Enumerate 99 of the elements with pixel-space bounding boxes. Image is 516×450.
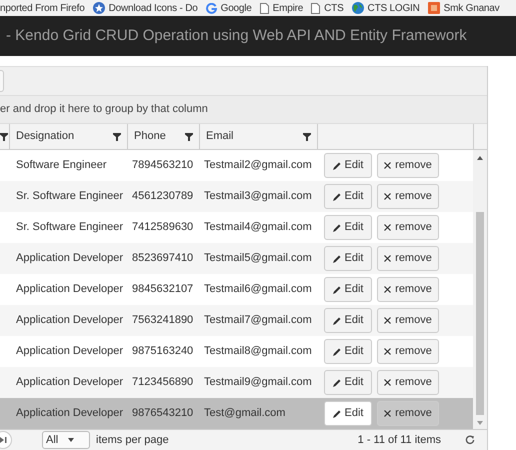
pencil-icon	[332, 192, 341, 200]
table-cell-text: 8523697410	[132, 251, 194, 266]
pencil-icon	[332, 224, 341, 232]
pencil-icon	[332, 162, 341, 170]
remove-button[interactable]: remove	[377, 308, 439, 333]
table-cell-text: Application Developer	[16, 251, 124, 266]
table-cell-text: 9876543210	[132, 406, 194, 422]
table-cell-text: Sr. Software Engineer	[16, 189, 124, 204]
table-cell-text: 4561230789	[132, 189, 194, 204]
bookmark[interactable]: Google	[206, 0, 252, 16]
table-row[interactable]: Sr. Software Engineer 4561230789 Testmail3@gmail.com Edit remove	[0, 181, 474, 212]
table-cell-text: Testmail8@gmail.com	[204, 344, 313, 360]
remove-button[interactable]: remove	[377, 339, 439, 364]
close-icon	[384, 410, 392, 417]
page-size-label: items per page	[96, 432, 169, 448]
scroll-up-icon[interactable]	[477, 156, 484, 160]
close-icon	[384, 317, 392, 324]
table-cell-text: Testmail5@gmail.com	[204, 251, 313, 266]
table-cell-text: 7123456890	[132, 375, 194, 390]
filter-icon[interactable]	[113, 132, 121, 140]
last-page-icon	[0, 437, 6, 443]
scrollbar[interactable]	[473, 150, 487, 429]
table-cell-text: Testmail2@gmail.com	[204, 158, 313, 174]
remove-button[interactable]: remove	[377, 401, 439, 426]
table-cell-text: 7412589630	[132, 220, 194, 236]
table-row[interactable]: Application Developer 9876543210 Test@gmail.com Edit remove	[0, 398, 474, 429]
star-icon	[92, 2, 105, 14]
page-icon	[260, 2, 269, 14]
table-cell-text: 7563241890	[132, 313, 194, 328]
table-cell-text: Testmail6@gmail.com	[204, 282, 313, 298]
remove-button[interactable]: remove	[377, 215, 439, 240]
table-cell-text: 7894563210	[132, 158, 194, 174]
table-row[interactable]: Application Developer 7123456890 Testmail9@gmail.com Edit remove	[0, 367, 474, 398]
table-cell-text: Application Developer	[16, 375, 124, 390]
close-icon	[384, 255, 392, 262]
remove-button[interactable]: remove	[377, 370, 439, 395]
edit-button[interactable]: Edit	[324, 370, 372, 395]
pencil-icon	[332, 316, 341, 324]
table-cell-text: Test@gmail.com	[204, 406, 286, 422]
bookmark[interactable]: nported From Firefo	[0, 0, 85, 16]
pager-summary: 1 - 11 of 11 items	[358, 432, 441, 448]
pencil-icon	[332, 286, 341, 294]
table-cell-text: Testmail9@gmail.com	[204, 375, 313, 390]
bookmark[interactable]: Empire	[260, 0, 304, 16]
close-icon	[384, 224, 392, 231]
pencil-icon	[332, 348, 341, 356]
remove-button[interactable]: remove	[377, 184, 439, 209]
bookmark[interactable]: Smk Gnanav	[428, 0, 500, 16]
close-icon	[384, 348, 392, 355]
bookmark[interactable]: CTS LOGIN	[352, 0, 420, 16]
page-icon	[311, 2, 320, 14]
table-cell-text: Testmail4@gmail.com	[204, 220, 313, 236]
bookmark[interactable]: CTS	[311, 0, 344, 16]
table-cell-text: Software Engineer	[16, 158, 108, 174]
column-header[interactable]: Phone	[134, 128, 166, 145]
table-row[interactable]: Application Developer 7563241890 Testmail7@gmail.com Edit remove	[0, 305, 474, 336]
page-title: - Kendo Grid CRUD Operation using Web API AND Entity Framework	[6, 26, 467, 46]
g-icon	[206, 2, 217, 14]
refresh-icon[interactable]	[465, 435, 475, 445]
table-cell-text: Testmail7@gmail.com	[204, 313, 313, 328]
filter-icon[interactable]	[0, 132, 8, 140]
close-icon	[384, 162, 392, 169]
edit-button[interactable]: Edit	[324, 184, 372, 209]
edit-button[interactable]: Edit	[324, 277, 372, 302]
table-cell-text: Application Developer	[16, 313, 124, 328]
filter-icon[interactable]	[303, 132, 311, 140]
edit-button[interactable]: Edit	[324, 153, 372, 178]
edit-button[interactable]: Edit	[324, 308, 372, 333]
remove-button[interactable]: remove	[377, 277, 439, 302]
group-hint: er and drop it here to group by that column	[0, 102, 208, 118]
filter-icon[interactable]	[185, 132, 193, 140]
column-header[interactable]: Designation	[16, 128, 74, 145]
table-cell-text: Sr. Software Engineer	[16, 220, 124, 236]
table-cell-text: Testmail3@gmail.com	[204, 189, 313, 204]
remove-button[interactable]: remove	[377, 153, 439, 178]
close-icon	[384, 286, 392, 293]
edit-button[interactable]: Edit	[324, 215, 372, 240]
globe-icon	[352, 2, 364, 14]
table-row[interactable]: Application Developer 8523697410 Testmail5@gmail.com Edit remove	[0, 243, 474, 274]
caret-icon	[68, 438, 74, 442]
page-size-dropdown[interactable]: All	[42, 431, 90, 449]
edit-button[interactable]: Edit	[324, 401, 372, 426]
pencil-icon	[332, 254, 341, 262]
table-cell-text: Application Developer	[16, 344, 124, 360]
table-cell-text: Application Developer	[16, 282, 124, 298]
bookmark[interactable]: Download Icons - Do	[92, 0, 198, 16]
table-cell-text: 9875163240	[132, 344, 194, 360]
app-icon	[428, 2, 440, 14]
remove-button[interactable]: remove	[377, 246, 439, 271]
table-cell-text: 9845632107	[132, 282, 194, 298]
scrollbar-thumb[interactable]	[476, 212, 484, 415]
edit-button[interactable]: Edit	[324, 246, 372, 271]
edit-button[interactable]: Edit	[324, 339, 372, 364]
close-icon	[384, 379, 392, 386]
pencil-icon	[332, 378, 341, 386]
close-icon	[384, 193, 392, 200]
column-header[interactable]: Email	[206, 128, 234, 145]
table-cell-text: Application Developer	[16, 406, 124, 422]
pencil-icon	[332, 410, 341, 418]
